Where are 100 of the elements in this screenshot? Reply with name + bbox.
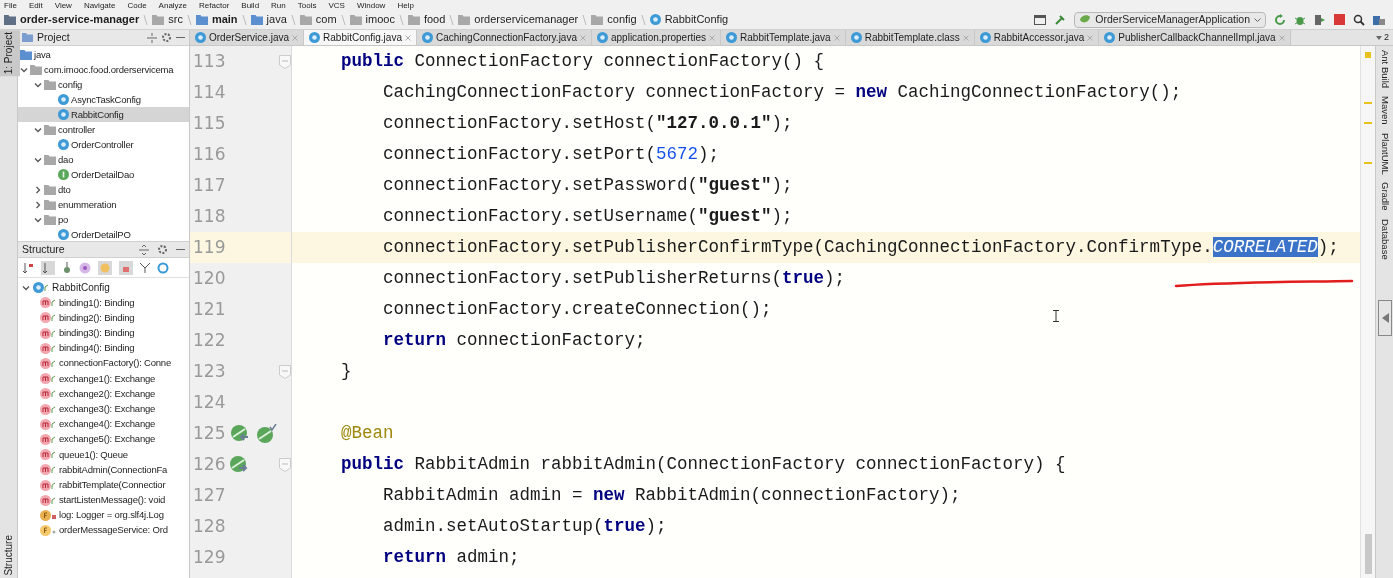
tree-item[interactable]: rabbitTemplate(Connectior — [59, 477, 166, 493]
breadcrumb-item[interactable]: orderservicemanager — [474, 11, 579, 28]
tree-item[interactable]: orderMessageService: Ord — [59, 523, 168, 538]
menu-item[interactable]: Build — [241, 0, 260, 10]
search-icon[interactable] — [1353, 13, 1365, 26]
method-icon — [40, 358, 56, 370]
tree-item[interactable]: AsyncTaskConfig — [71, 92, 141, 107]
menu-item[interactable]: Run — [271, 0, 286, 10]
rerun-icon[interactable] — [1274, 13, 1286, 26]
breadcrumb-item[interactable]: order-service-manager — [20, 11, 140, 28]
tree-item[interactable]: RabbitConfig — [52, 280, 110, 296]
line-number: 116 — [193, 142, 227, 166]
editor-tab[interactable]: RabbitConfig.java — [304, 30, 417, 45]
run-configuration-dropdown[interactable]: OrderServiceManagerApplication — [1074, 11, 1266, 28]
tree-item[interactable]: enummeration — [58, 197, 117, 212]
tool-window-button[interactable]: Gradle — [1377, 182, 1392, 211]
menu-item[interactable]: Edit — [28, 0, 43, 10]
breadcrumb-item[interactable]: src — [168, 11, 183, 28]
structure-tool-button[interactable]: Structure — [0, 533, 20, 578]
tree-item[interactable]: dao — [58, 152, 74, 167]
tree-item[interactable]: exchange5(): Exchange — [59, 432, 156, 447]
tool-window-button[interactable]: Database — [1377, 218, 1392, 260]
tool-window-button[interactable]: Ant Build — [1377, 50, 1392, 89]
tree-item[interactable]: OrderDetailPO — [71, 227, 131, 241]
layout-icon[interactable] — [1034, 14, 1047, 25]
settings-icon[interactable] — [161, 32, 172, 43]
tree-item[interactable]: java — [34, 47, 51, 62]
scrollbar-thumb[interactable] — [1364, 534, 1372, 574]
tree-item[interactable]: binding3(): Binding — [59, 326, 135, 341]
hammer-icon[interactable] — [1054, 13, 1067, 26]
breadcrumb-item[interactable]: RabbitConfig — [664, 11, 729, 28]
sort-icon[interactable] — [22, 261, 34, 274]
tree-item[interactable]: binding4(): Binding — [59, 341, 135, 356]
editor-tab[interactable]: OrderService.java — [190, 30, 305, 45]
tree-item[interactable]: OrderController — [71, 137, 134, 152]
tree-item[interactable]: com.imooc.food.orderservicema — [44, 62, 174, 77]
menu-item[interactable]: Analyze — [158, 0, 188, 10]
inherited-icon[interactable] — [62, 261, 72, 274]
lock-icon[interactable] — [119, 260, 133, 275]
caret-icon — [1254, 17, 1261, 22]
code-line: CachingConnectionFactory connectionFactory = new CachingConnectionFactory(); — [383, 81, 1182, 104]
dropdown-icon[interactable] — [1376, 35, 1382, 40]
breadcrumb-item[interactable]: com — [315, 11, 337, 28]
menu-item[interactable]: File — [4, 0, 17, 10]
tree-item[interactable]: exchange2(): Exchange — [59, 386, 156, 402]
editor-tab[interactable]: PublisherCallbackChannelImpl.java — [1099, 30, 1291, 45]
tree-item[interactable]: log: Logger = org.slf4j.Log — [59, 508, 164, 523]
collapse-strip-button[interactable] — [1378, 300, 1392, 336]
tree-item[interactable]: config — [58, 77, 83, 92]
breadcrumb-item[interactable]: java — [266, 11, 287, 28]
menu-item[interactable]: Window — [356, 0, 386, 10]
tree-item[interactable]: startListenMessage(): void — [59, 493, 166, 508]
tree-item[interactable]: exchange1(): Exchange — [59, 371, 156, 386]
menu-item[interactable]: VCS — [328, 0, 345, 10]
tree-item[interactable]: OrderDetailDao — [71, 167, 135, 182]
editor-tab[interactable]: CachingConnectionFactory.java — [416, 30, 592, 45]
tree-item[interactable]: binding2(): Binding — [59, 310, 135, 326]
breadcrumb-item[interactable]: config — [607, 11, 637, 28]
tree-item[interactable]: rabbitAdmin(ConnectionFa — [59, 462, 168, 477]
collapse-icon[interactable] — [147, 32, 157, 43]
tree-item[interactable]: exchange3(): Exchange — [59, 401, 156, 417]
coverage-icon[interactable] — [1314, 13, 1326, 26]
hidden-tab-count[interactable]: 2 — [1384, 30, 1389, 45]
tree-item[interactable]: connectionFactory(): Conne — [59, 356, 172, 371]
bean-icon[interactable] — [229, 423, 251, 444]
expand-all-icon[interactable] — [139, 244, 149, 255]
menu-item[interactable]: Navigate — [83, 0, 116, 10]
tree-item[interactable]: controller — [58, 122, 96, 137]
breadcrumb-separator-icon — [290, 13, 296, 26]
project-structure-icon[interactable] — [1373, 13, 1385, 26]
tree-item[interactable]: po — [58, 212, 69, 227]
breadcrumb-item[interactable]: imooc — [365, 11, 395, 28]
editor-tab[interactable]: RabbitAccessor.java — [974, 30, 1100, 45]
filter-icon[interactable] — [140, 262, 150, 273]
class-icon — [309, 32, 321, 43]
tree-item[interactable]: exchange4(): Exchange — [59, 417, 156, 432]
triangle-icon — [1381, 313, 1389, 323]
properties-icon[interactable] — [79, 261, 91, 274]
autoscroll-icon[interactable] — [157, 261, 169, 274]
menu-item[interactable]: View — [54, 0, 72, 10]
menu-item[interactable]: Code — [127, 0, 147, 10]
tree-item[interactable]: dto — [58, 182, 71, 197]
editor-tab[interactable]: RabbitTemplate.class — [845, 30, 975, 45]
breadcrumb-item[interactable]: food — [423, 11, 446, 28]
tree-item[interactable]: binding1(): Binding — [59, 295, 135, 310]
menu-item[interactable]: Refactor — [199, 0, 230, 10]
settings-icon[interactable] — [157, 244, 168, 255]
menu-item[interactable]: Tools — [297, 0, 317, 10]
editor-tab[interactable]: application.properties — [592, 30, 722, 45]
tool-window-button[interactable]: PlantUML — [1377, 132, 1392, 175]
tree-item[interactable]: queue1(): Queue — [59, 447, 128, 462]
menu-item[interactable]: Help — [397, 0, 414, 10]
breadcrumb-item[interactable]: main — [211, 11, 238, 28]
editor-tab[interactable]: RabbitTemplate.java — [721, 30, 846, 45]
close-icon[interactable] — [404, 34, 411, 41]
fields-icon[interactable] — [98, 260, 112, 275]
sort-alpha-icon[interactable] — [41, 260, 55, 275]
bean-icon[interactable] — [255, 423, 277, 444]
tool-window-button[interactable]: Maven — [1377, 96, 1392, 125]
project-tool-button[interactable]: 1: Project — [0, 30, 20, 77]
